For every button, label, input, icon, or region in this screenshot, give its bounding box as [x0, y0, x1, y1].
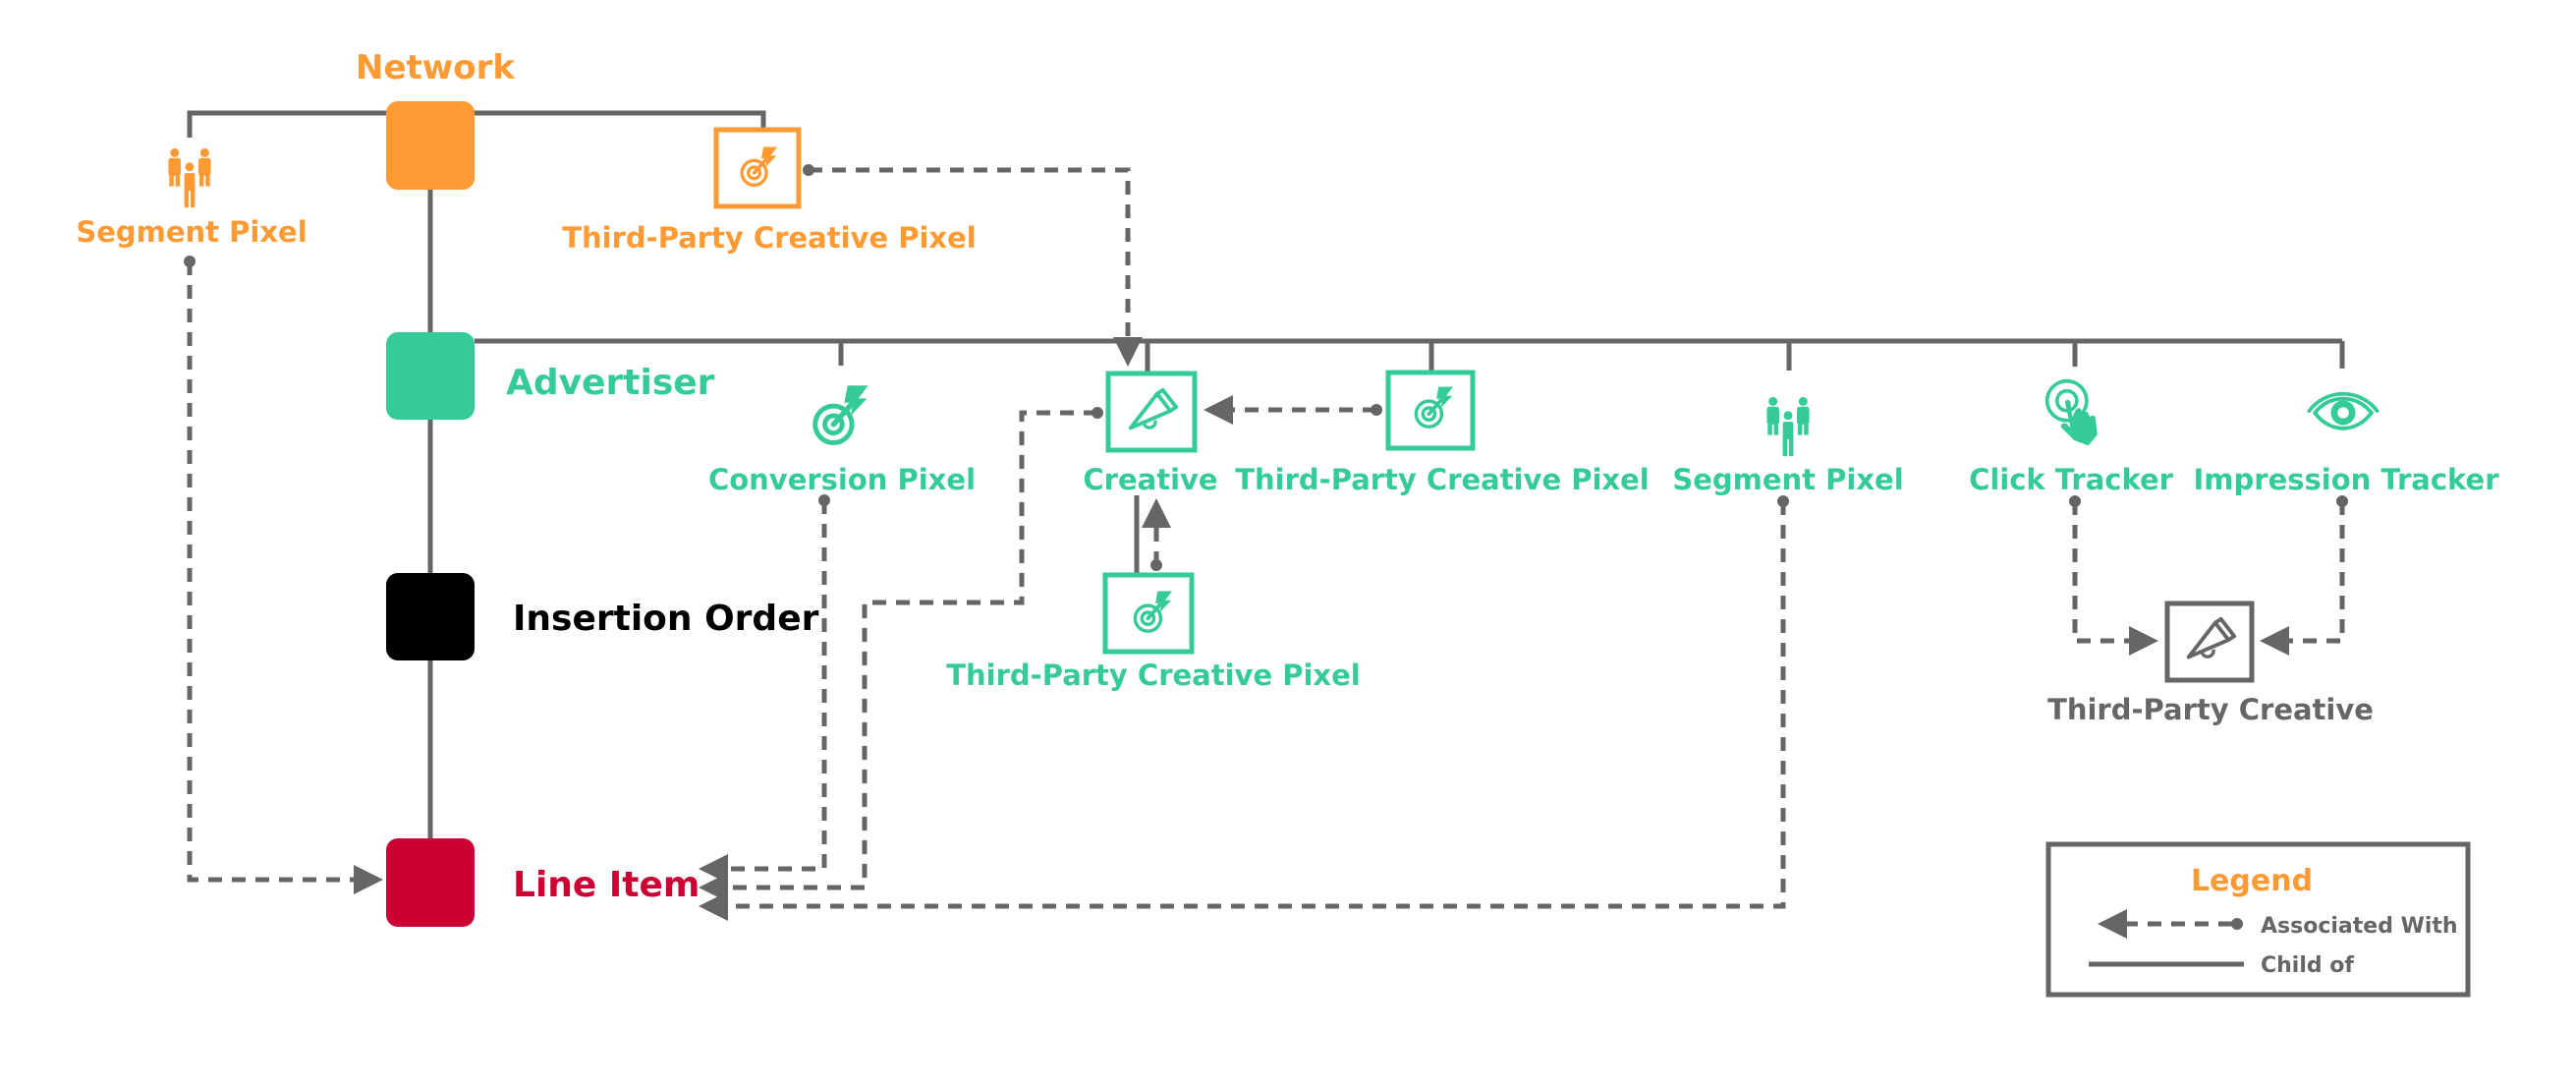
- assoc-net-segment-to-lineitem: [187, 261, 383, 894]
- conversion-pixel[interactable]: Conversion Pixel: [708, 385, 976, 496]
- dot-impression: [2336, 495, 2348, 507]
- advertiser-label: Advertiser: [506, 363, 715, 403]
- advertiser-tp-creative-pixel[interactable]: Third-Party Creative Pixel: [1235, 370, 1650, 496]
- node-network[interactable]: Network: [356, 48, 516, 190]
- target-lightning-icon: [1414, 385, 1455, 430]
- dot-child-pixel: [1150, 559, 1162, 571]
- network-label: Network: [356, 48, 516, 87]
- insertion-order-box[interactable]: [386, 573, 475, 660]
- assoc-impression-to-tpcreative: [2260, 501, 2345, 656]
- eye-icon: [2307, 391, 2380, 430]
- assoc-net-tppixel-to-creative: [809, 167, 1143, 367]
- legend-associated-label: Associated With: [2261, 914, 2458, 939]
- network-box[interactable]: [386, 101, 475, 190]
- advertiser-segment-pixel[interactable]: Segment Pixel: [1672, 396, 1904, 496]
- people-group-icon: [1765, 396, 1811, 458]
- node-insertion-order[interactable]: Insertion Order: [386, 573, 819, 660]
- creative[interactable]: Creative: [1083, 371, 1218, 496]
- click-tracker[interactable]: Click Tracker: [1969, 378, 2174, 496]
- legend-child-label: Child of: [2261, 953, 2354, 978]
- dot-adv-tppixel: [1371, 404, 1382, 416]
- creative-tp-creative-pixel[interactable]: Third-Party Creative Pixel: [946, 572, 1361, 692]
- legend: Legend Associated With Child of: [2045, 841, 2471, 998]
- advertiser-box[interactable]: [386, 332, 475, 420]
- network-child-bar: [187, 110, 766, 138]
- network-segment-pixel[interactable]: Segment Pixel: [76, 147, 308, 249]
- megaphone-icon: [2186, 616, 2237, 659]
- impression-tracker[interactable]: Impression Tracker: [2194, 391, 2500, 496]
- third-party-creative[interactable]: Third-Party Creative: [2047, 601, 2374, 726]
- dot-adv-segment: [1777, 495, 1789, 507]
- insertion-order-label: Insertion Order: [513, 599, 819, 639]
- line-item-label: Line Item: [513, 865, 700, 905]
- dot-click: [2069, 495, 2081, 507]
- assoc-click-to-tpcreative: [2072, 501, 2158, 656]
- target-lightning-icon: [815, 385, 868, 442]
- creative-tp-creative-pixel-label: Third-Party Creative Pixel: [946, 659, 1360, 692]
- legend-title: Legend: [2191, 864, 2313, 898]
- legend-dot: [2231, 918, 2243, 930]
- dot-creative: [1092, 407, 1103, 419]
- third-party-creative-label: Third-Party Creative: [2047, 693, 2374, 726]
- diagram-canvas: Network Advertiser Insertion Order Line …: [76, 48, 2500, 998]
- dot-net-tppixel: [803, 164, 814, 176]
- target-lightning-icon: [1133, 590, 1174, 634]
- advertiser-segment-pixel-label: Segment Pixel: [1672, 463, 1903, 496]
- advertiser-tp-creative-pixel-label: Third-Party Creative Pixel: [1235, 463, 1649, 496]
- network-segment-pixel-label: Segment Pixel: [76, 215, 307, 249]
- line-item-box[interactable]: [386, 838, 475, 927]
- dot-net-segment: [184, 256, 196, 267]
- target-lightning-icon: [740, 145, 779, 188]
- hand-tap-icon: [2044, 378, 2100, 448]
- megaphone-icon: [1128, 387, 1179, 430]
- network-tp-creative-pixel-label: Third-Party Creative Pixel: [562, 221, 976, 255]
- creative-label: Creative: [1083, 463, 1217, 496]
- impression-tracker-label: Impression Tracker: [2194, 463, 2500, 496]
- network-tp-creative-pixel[interactable]: Third-Party Creative Pixel: [562, 127, 977, 255]
- click-tracker-label: Click Tracker: [1969, 463, 2174, 496]
- node-advertiser[interactable]: Advertiser: [386, 332, 715, 420]
- creative-box[interactable]: [1105, 371, 1198, 453]
- assoc-conversion-to-lineitem: [699, 500, 827, 884]
- conversion-pixel-label: Conversion Pixel: [708, 463, 976, 496]
- people-group-icon: [167, 147, 212, 209]
- association-connectors: [187, 167, 2345, 921]
- node-line-item[interactable]: Line Item: [386, 838, 700, 927]
- third-party-creative-box[interactable]: [2164, 601, 2255, 683]
